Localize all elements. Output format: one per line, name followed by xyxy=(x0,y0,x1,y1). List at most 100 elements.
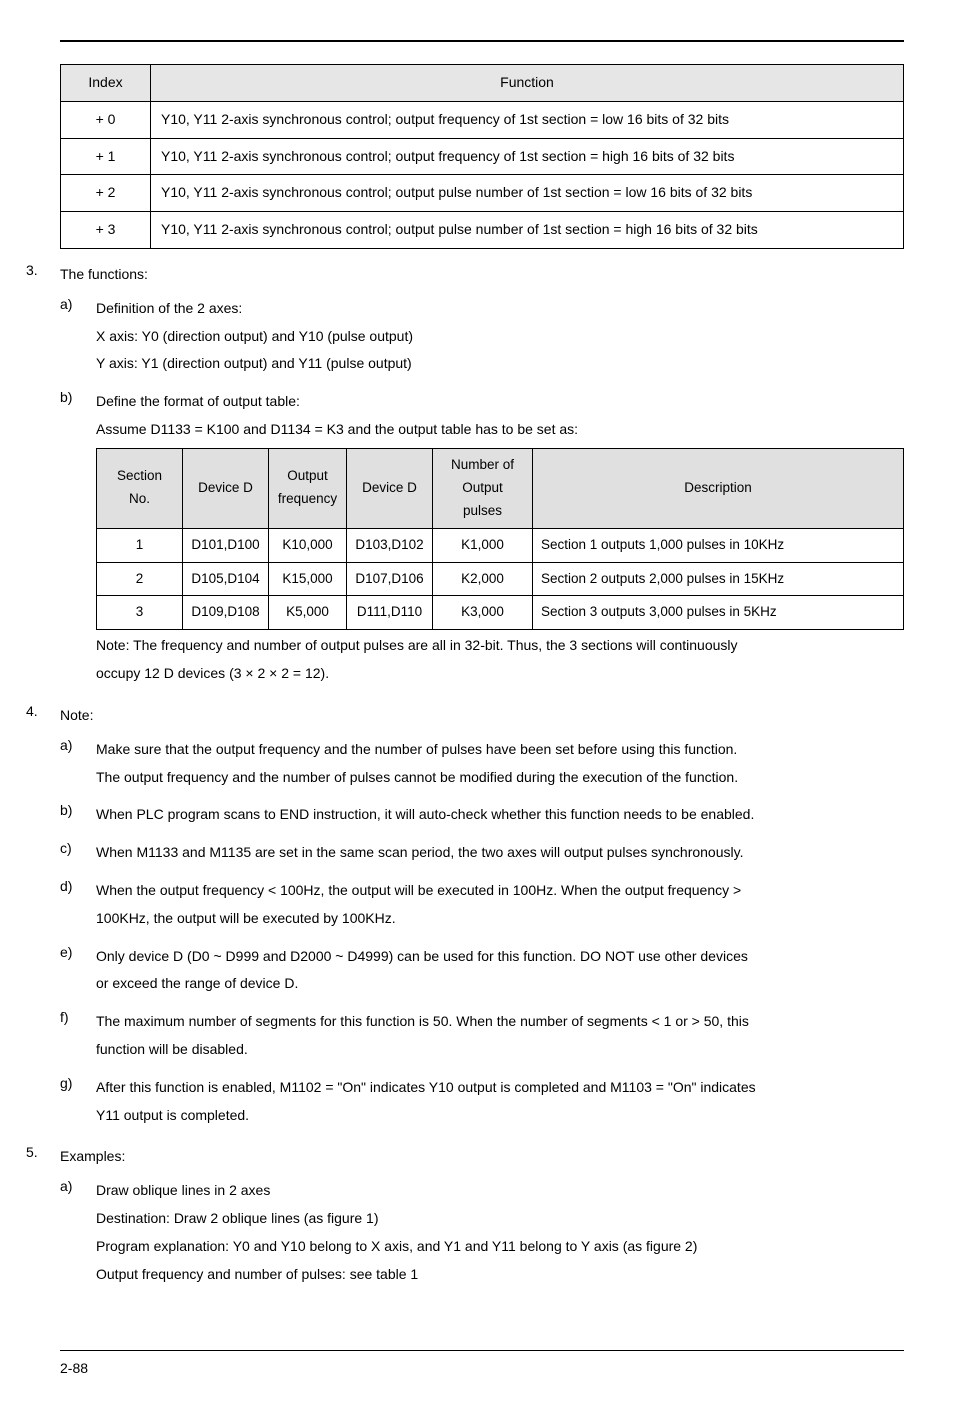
item3a-marker: a) xyxy=(60,293,96,380)
t: After this function is enabled, M1102 = … xyxy=(96,1076,904,1100)
t: The output frequency and the number of p… xyxy=(96,766,904,790)
list-item-3: 3. The functions: a) Definition of the 2… xyxy=(26,259,904,690)
cell-index: + 3 xyxy=(61,212,151,249)
m: d) xyxy=(60,875,96,935)
item5-marker: 5. xyxy=(26,1141,60,1290)
cell: D101,D100 xyxy=(183,528,269,562)
item3a-line1: X axis: Y0 (direction output) and Y10 (p… xyxy=(96,325,904,349)
cell: 2 xyxy=(97,562,183,596)
m: g) xyxy=(60,1072,96,1132)
list-item-4f: f) The maximum number of segments for th… xyxy=(60,1006,904,1066)
col-index: Index xyxy=(61,65,151,102)
table-row: + 1 Y10, Y11 2-axis synchronous control;… xyxy=(61,138,904,175)
list-item-5a: a) Draw oblique lines in 2 axes Destinat… xyxy=(60,1175,904,1290)
cell: D109,D108 xyxy=(183,596,269,630)
m: f) xyxy=(60,1006,96,1066)
t: function will be disabled. xyxy=(96,1038,904,1062)
table-row: 1 D101,D100 K10,000 D103,D102 K1,000 Sec… xyxy=(97,528,904,562)
t: The maximum number of segments for this … xyxy=(96,1010,904,1034)
col-device1: Device D xyxy=(183,448,269,528)
table-row: 3 D109,D108 K5,000 D111,D110 K3,000 Sect… xyxy=(97,596,904,630)
cell: D107,D106 xyxy=(347,562,433,596)
cell: K15,000 xyxy=(269,562,347,596)
t: Output frequency and number of pulses: s… xyxy=(96,1263,904,1287)
list-item-4c: c) When M1133 and M1135 are set in the s… xyxy=(60,837,904,869)
col-numpulse: Number of Output pulses xyxy=(433,448,533,528)
item3b-note1: Note: The frequency and number of output… xyxy=(96,634,904,658)
t: When the output frequency < 100Hz, the o… xyxy=(96,879,904,903)
cell-index: + 0 xyxy=(61,101,151,138)
cell-function: Y10, Y11 2-axis synchronous control; out… xyxy=(151,175,904,212)
cell-index: + 2 xyxy=(61,175,151,212)
cell-function: Y10, Y11 2-axis synchronous control; out… xyxy=(151,138,904,175)
item3a-line2: Y axis: Y1 (direction output) and Y11 (p… xyxy=(96,352,904,376)
t: When M1133 and M1135 are set in the same… xyxy=(96,841,904,865)
t: Only device D (D0 ~ D999 and D2000 ~ D49… xyxy=(96,945,904,969)
cell-desc: Section 3 outputs 3,000 pulses in 5KHz xyxy=(533,596,904,630)
m: c) xyxy=(60,837,96,869)
t: Program explanation: Y0 and Y10 belong t… xyxy=(96,1235,904,1259)
item5-title: Examples: xyxy=(60,1145,904,1169)
m: a) xyxy=(60,1175,96,1290)
item3a-title: Definition of the 2 axes: xyxy=(96,297,904,321)
cell: D105,D104 xyxy=(183,562,269,596)
list-item-4b: b) When PLC program scans to END instruc… xyxy=(60,799,904,831)
col-section: Section No. xyxy=(97,448,183,528)
list-item-3a: a) Definition of the 2 axes: X axis: Y0 … xyxy=(60,293,904,380)
list-item-4e: e) Only device D (D0 ~ D999 and D2000 ~ … xyxy=(60,941,904,1001)
m: a) xyxy=(60,734,96,794)
m: b) xyxy=(60,799,96,831)
col-outfreq: Output frequency xyxy=(269,448,347,528)
cell-function: Y10, Y11 2-axis synchronous control; out… xyxy=(151,212,904,249)
list-item-4: 4. Note: a) Make sure that the output fr… xyxy=(26,700,904,1131)
cell: K5,000 xyxy=(269,596,347,630)
index-function-table: Index Function + 0 Y10, Y11 2-axis synch… xyxy=(60,64,904,249)
t: or exceed the range of device D. xyxy=(96,972,904,996)
list-item-4d: d) When the output frequency < 100Hz, th… xyxy=(60,875,904,935)
cell: 3 xyxy=(97,596,183,630)
list-item-5: 5. Examples: a) Draw oblique lines in 2 … xyxy=(26,1141,904,1290)
col-function: Function xyxy=(151,65,904,102)
t: 100KHz, the output will be executed by 1… xyxy=(96,907,904,931)
item3b-note2: occupy 12 D devices (3 × 2 × 2 = 12). xyxy=(96,662,904,686)
table-row: + 3 Y10, Y11 2-axis synchronous control;… xyxy=(61,212,904,249)
col-desc: Description xyxy=(533,448,904,528)
m: e) xyxy=(60,941,96,1001)
t: Draw oblique lines in 2 axes xyxy=(96,1179,904,1203)
cell: D111,D110 xyxy=(347,596,433,630)
cell: K3,000 xyxy=(433,596,533,630)
table-header-row: Index Function xyxy=(61,65,904,102)
top-rule xyxy=(60,40,904,42)
item3-title: The functions: xyxy=(60,263,904,287)
t: Destination: Draw 2 oblique lines (as fi… xyxy=(96,1207,904,1231)
cell: D103,D102 xyxy=(347,528,433,562)
list-item-4g: g) After this function is enabled, M1102… xyxy=(60,1072,904,1132)
col-device2: Device D xyxy=(347,448,433,528)
item3b-title: Define the format of output table: xyxy=(96,390,904,414)
item4-marker: 4. xyxy=(26,700,60,1131)
cell-desc: Section 1 outputs 1,000 pulses in 10KHz xyxy=(533,528,904,562)
section-table: Section No. Device D Output frequency De… xyxy=(96,448,904,631)
cell: K1,000 xyxy=(433,528,533,562)
cell: K10,000 xyxy=(269,528,347,562)
bottom-rule xyxy=(60,1350,904,1351)
item4-title: Note: xyxy=(60,704,904,728)
cell-index: + 1 xyxy=(61,138,151,175)
table-header-row: Section No. Device D Output frequency De… xyxy=(97,448,904,528)
cell: K2,000 xyxy=(433,562,533,596)
item3b-assume: Assume D1133 = K100 and D1134 = K3 and t… xyxy=(96,418,904,442)
list-item-3b: b) Define the format of output table: As… xyxy=(60,386,904,690)
item3-marker: 3. xyxy=(26,259,60,690)
table-row: + 0 Y10, Y11 2-axis synchronous control;… xyxy=(61,101,904,138)
cell-function: Y10, Y11 2-axis synchronous control; out… xyxy=(151,101,904,138)
page-number: 2-88 xyxy=(60,1357,904,1381)
item3b-marker: b) xyxy=(60,386,96,690)
t: When PLC program scans to END instructio… xyxy=(96,803,904,827)
list-item-4a: a) Make sure that the output frequency a… xyxy=(60,734,904,794)
t: Make sure that the output frequency and … xyxy=(96,738,904,762)
t: Y11 output is completed. xyxy=(96,1104,904,1128)
document-page: Index Function + 0 Y10, Y11 2-axis synch… xyxy=(0,0,954,1411)
cell-desc: Section 2 outputs 2,000 pulses in 15KHz xyxy=(533,562,904,596)
table-row: 2 D105,D104 K15,000 D107,D106 K2,000 Sec… xyxy=(97,562,904,596)
table-row: + 2 Y10, Y11 2-axis synchronous control;… xyxy=(61,175,904,212)
